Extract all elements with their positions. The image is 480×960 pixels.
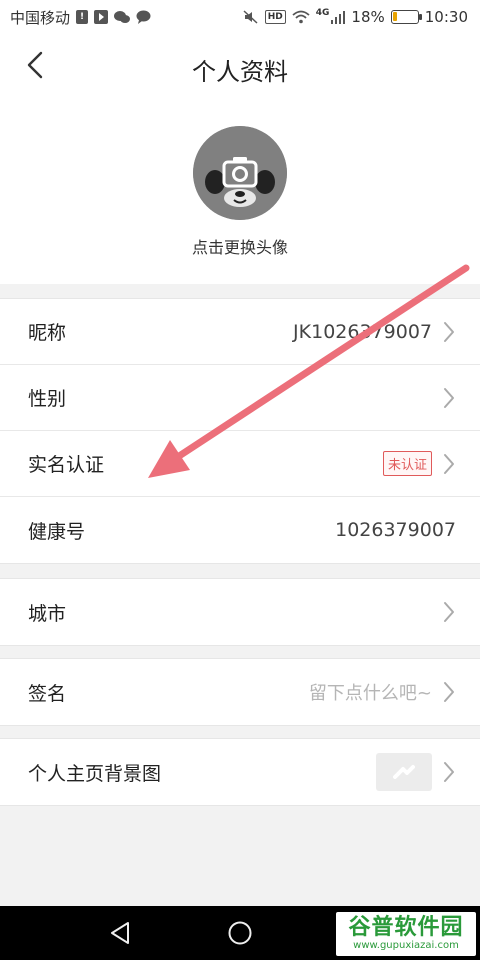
status-bar-left: 中国移动 !: [10, 7, 151, 28]
background-image-row[interactable]: 个人主页背景图: [0, 739, 480, 805]
nav-back-button[interactable]: [102, 915, 138, 951]
message-icon: [136, 10, 151, 24]
change-avatar-hint[interactable]: 点击更换头像: [0, 234, 480, 258]
chevron-right-icon: [442, 452, 456, 476]
watermark-logo: 谷普软件园 www.gupuxiazai.com: [336, 912, 476, 956]
status-bar-right: HD 4G 18% 10:30: [243, 8, 468, 26]
clock: 10:30: [424, 8, 468, 26]
profile-info-group: 昵称 JK1026379007 性别 实名认证 未认证 健康号 10263790…: [0, 298, 480, 564]
panda-avatar-icon: [193, 126, 287, 220]
gender-label: 性别: [28, 388, 67, 410]
signature-label: 签名: [28, 682, 67, 705]
battery-icon: [390, 10, 422, 24]
hd-indicator: HD: [264, 10, 286, 24]
signature-placeholder: 留下点什么吧~: [308, 683, 432, 704]
city-group: 城市: [0, 578, 480, 646]
signature-row[interactable]: 签名 留下点什么吧~: [0, 659, 480, 725]
alert-icon: !: [76, 10, 89, 24]
nickname-value: JK1026379007: [293, 320, 432, 343]
avatar[interactable]: [193, 126, 287, 220]
nav-home-button[interactable]: [222, 915, 258, 951]
status-bar: 中国移动 ! HD 4G 18% 10:30: [0, 0, 480, 34]
wechat-icon: [114, 10, 131, 24]
carrier-name: 中国移动: [10, 8, 71, 27]
mute-icon: [243, 10, 259, 24]
page-title: 个人资料: [192, 58, 288, 86]
signal-icon: [331, 10, 346, 24]
watermark-title: 谷普软件园: [348, 915, 464, 940]
city-row[interactable]: 城市: [0, 579, 480, 645]
image-placeholder-icon: [393, 765, 415, 779]
real-name-verification-label: 实名认证: [28, 454, 105, 476]
chevron-right-icon: [442, 760, 456, 784]
unverified-badge: 未认证: [382, 451, 432, 476]
city-label: 城市: [28, 602, 67, 625]
signature-group: 签名 留下点什么吧~: [0, 658, 480, 726]
nickname-label: 昵称: [28, 322, 67, 344]
health-id-value: 1026379007: [335, 519, 456, 541]
chevron-right-icon: [442, 680, 456, 704]
health-id-label: 健康号: [28, 520, 86, 543]
chevron-right-icon: [442, 320, 456, 344]
gender-row[interactable]: 性别: [0, 365, 480, 431]
background-image-group: 个人主页背景图: [0, 738, 480, 806]
chevron-right-icon: [442, 600, 456, 624]
triangle-back-icon: [111, 922, 129, 944]
background-thumbnail: [376, 753, 432, 791]
nickname-row[interactable]: 昵称 JK1026379007: [0, 299, 480, 365]
circle-home-icon: [228, 921, 252, 945]
watermark-url: www.gupuxiazai.com: [353, 940, 459, 951]
network-type: 4G: [315, 8, 330, 18]
play-store-icon: [94, 10, 109, 24]
chevron-right-icon: [442, 386, 456, 410]
avatar-section: 点击更换头像: [0, 100, 480, 284]
health-id-row: 健康号 1026379007: [0, 497, 480, 563]
page-header: 个人资料: [0, 34, 480, 100]
real-name-verification-row[interactable]: 实名认证 未认证: [0, 431, 480, 497]
wifi-icon: [292, 10, 310, 24]
background-image-label: 个人主页背景图: [28, 762, 162, 785]
battery-percent: 18%: [351, 8, 385, 26]
